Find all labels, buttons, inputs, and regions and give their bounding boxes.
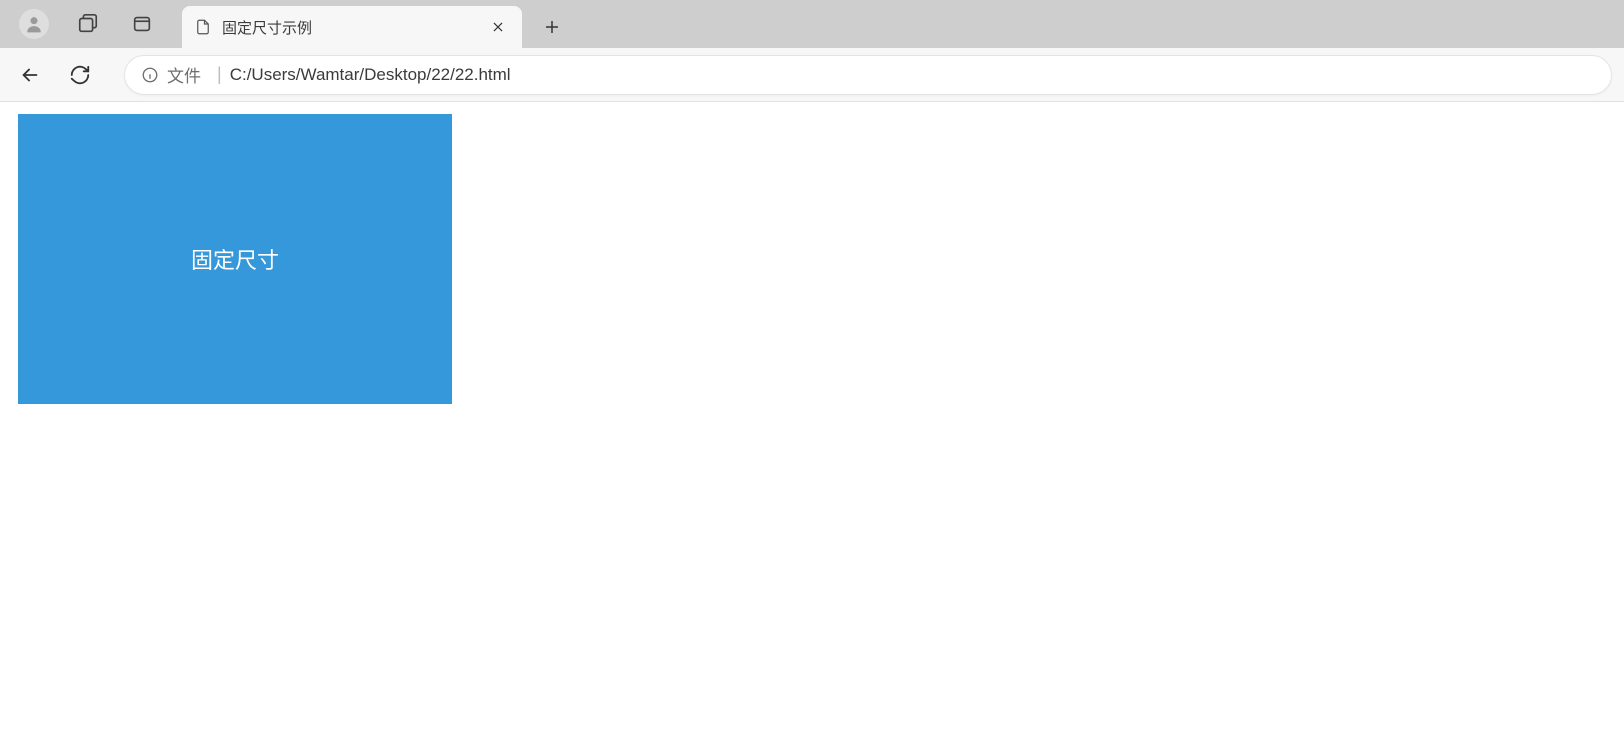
fixed-box-label: 固定尺寸 — [191, 243, 279, 275]
tab-actions-button[interactable] — [126, 8, 158, 40]
address-url: C:/Users/Wamtar/Desktop/22/22.html — [230, 65, 511, 85]
browser-toolbar: 文件 | C:/Users/Wamtar/Desktop/22/22.html — [0, 48, 1624, 102]
close-tab-button[interactable] — [486, 15, 510, 39]
address-bar[interactable]: 文件 | C:/Users/Wamtar/Desktop/22/22.html — [124, 55, 1612, 95]
chrome-controls — [0, 0, 176, 48]
address-separator: | — [217, 64, 222, 85]
active-tab[interactable]: 固定尺寸示例 — [182, 6, 522, 48]
back-button[interactable] — [12, 57, 48, 93]
page-icon — [194, 18, 212, 36]
refresh-button[interactable] — [62, 57, 98, 93]
tab-title: 固定尺寸示例 — [222, 17, 486, 38]
fixed-size-box: 固定尺寸 — [18, 114, 452, 404]
page-body: 固定尺寸 — [10, 112, 1614, 719]
new-tab-button[interactable] — [534, 9, 570, 45]
browser-tab-strip: 固定尺寸示例 — [0, 0, 1624, 48]
page-viewport: 固定尺寸 — [0, 102, 1624, 729]
address-scheme-label: 文件 — [167, 62, 201, 87]
profile-avatar-icon — [19, 9, 49, 39]
workspaces-button[interactable] — [72, 8, 104, 40]
site-info-icon[interactable] — [141, 66, 159, 84]
profile-button[interactable] — [18, 8, 50, 40]
